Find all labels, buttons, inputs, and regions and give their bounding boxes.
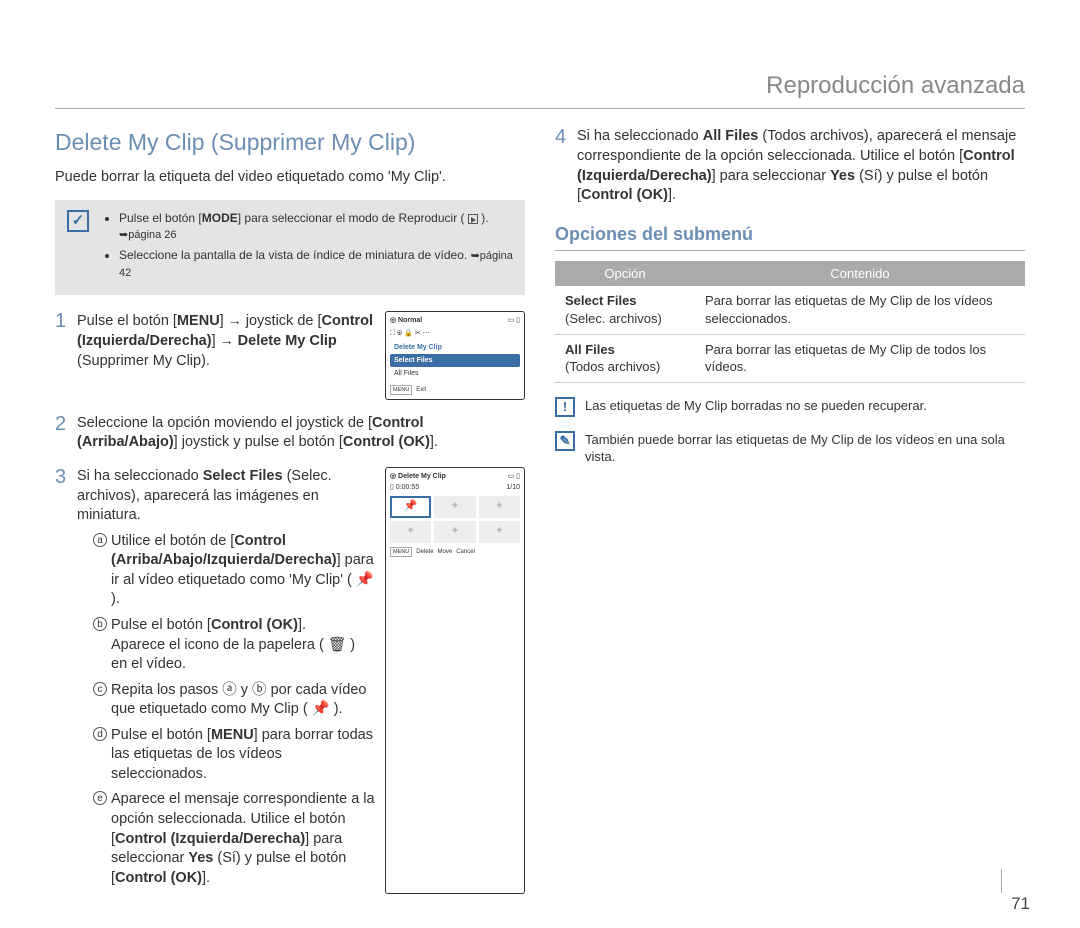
right-column: 4 Si ha seleccionado All Files (Todos ar…: [555, 127, 1025, 908]
page-number: 71: [1011, 893, 1030, 916]
substep-a: aUtilice el botón de [Control (Arriba/Ab…: [93, 532, 375, 610]
note-box: ✓ Pulse el botón [MODE] para seleccionar…: [55, 200, 525, 295]
step-number: 1: [55, 311, 77, 400]
step-body: Pulse el botón [MENU] → joystick de [Con…: [77, 311, 525, 400]
substep-d: dPulse el botón [MENU] para borrar todas…: [93, 726, 375, 785]
step-number: 3: [55, 467, 77, 894]
submenu-heading: Opciones del submenú: [555, 222, 1025, 251]
info-note: ✎También puede borrar las etiquetas de M…: [555, 431, 1025, 466]
th-content: Contenido: [695, 261, 1025, 287]
th-option: Opción: [555, 261, 695, 287]
substep-b: bPulse el botón [Control (OK)].Aparece e…: [93, 616, 375, 675]
step-number: 4: [555, 127, 577, 205]
table-row: All Files(Todos archivos)Para borrar las…: [555, 334, 1025, 382]
warning-icon: !: [555, 397, 575, 417]
substep-c: cRepita los pasos ⓐ y ⓑ por cada vídeo q…: [93, 681, 375, 720]
step-body: Si ha seleccionado Select Files (Selec. …: [77, 467, 525, 894]
step-text-line: Si ha seleccionado Select Files (Selec. …: [77, 467, 375, 526]
section-subtitle: Puede borrar la etiqueta del video etiqu…: [55, 168, 525, 188]
note-bullet: Pulse el botón [MODE] para seleccionar e…: [119, 210, 513, 243]
table-row: Select Files(Selec. archivos)Para borrar…: [555, 286, 1025, 334]
left-column: Delete My Clip (Supprimer My Clip) Puede…: [55, 127, 525, 908]
step-4: 4 Si ha seleccionado All Files (Todos ar…: [555, 127, 1025, 205]
step-2: 2Seleccione la opción moviendo el joysti…: [55, 414, 525, 453]
step-1: 1Pulse el botón [MENU] → joystick de [Co…: [55, 311, 525, 400]
header-rule: [55, 108, 1025, 109]
ui-screenshot: ◎ Normal▭ ▯⛶ ⊕ 🔒 ✂ ⋯Delete My ClipSelect…: [385, 311, 525, 400]
step-3: 3Si ha seleccionado Select Files (Selec.…: [55, 467, 525, 894]
step-body: Seleccione la opción moviendo el joystic…: [77, 414, 525, 453]
section-title: Delete My Clip (Supprimer My Clip): [55, 127, 525, 158]
step-4-body: Si ha seleccionado All Files (Todos arch…: [577, 127, 1025, 205]
page-header: Reproducción avanzada: [55, 70, 1025, 102]
substep-e: eAparece el mensaje correspondiente a la…: [93, 790, 375, 888]
warning-icon: ✎: [555, 431, 575, 451]
step-number: 2: [55, 414, 77, 453]
info-note: !Las etiquetas de My Clip borradas no se…: [555, 397, 1025, 417]
ui-screenshot: ◎ Delete My Clip▭ ▯▯ 0:00:551/10📌✦✦✦✦✦ME…: [385, 467, 525, 894]
step-text-line: Seleccione la opción moviendo el joystic…: [77, 414, 525, 453]
check-icon: ✓: [67, 210, 89, 232]
step-text-line: Pulse el botón [MENU] → joystick de [Con…: [77, 311, 375, 372]
note-bullet: Seleccione la pantalla de la vista de ín…: [119, 247, 513, 281]
options-table: Opción Contenido Select Files(Selec. arc…: [555, 261, 1025, 383]
play-icon: [468, 214, 478, 224]
